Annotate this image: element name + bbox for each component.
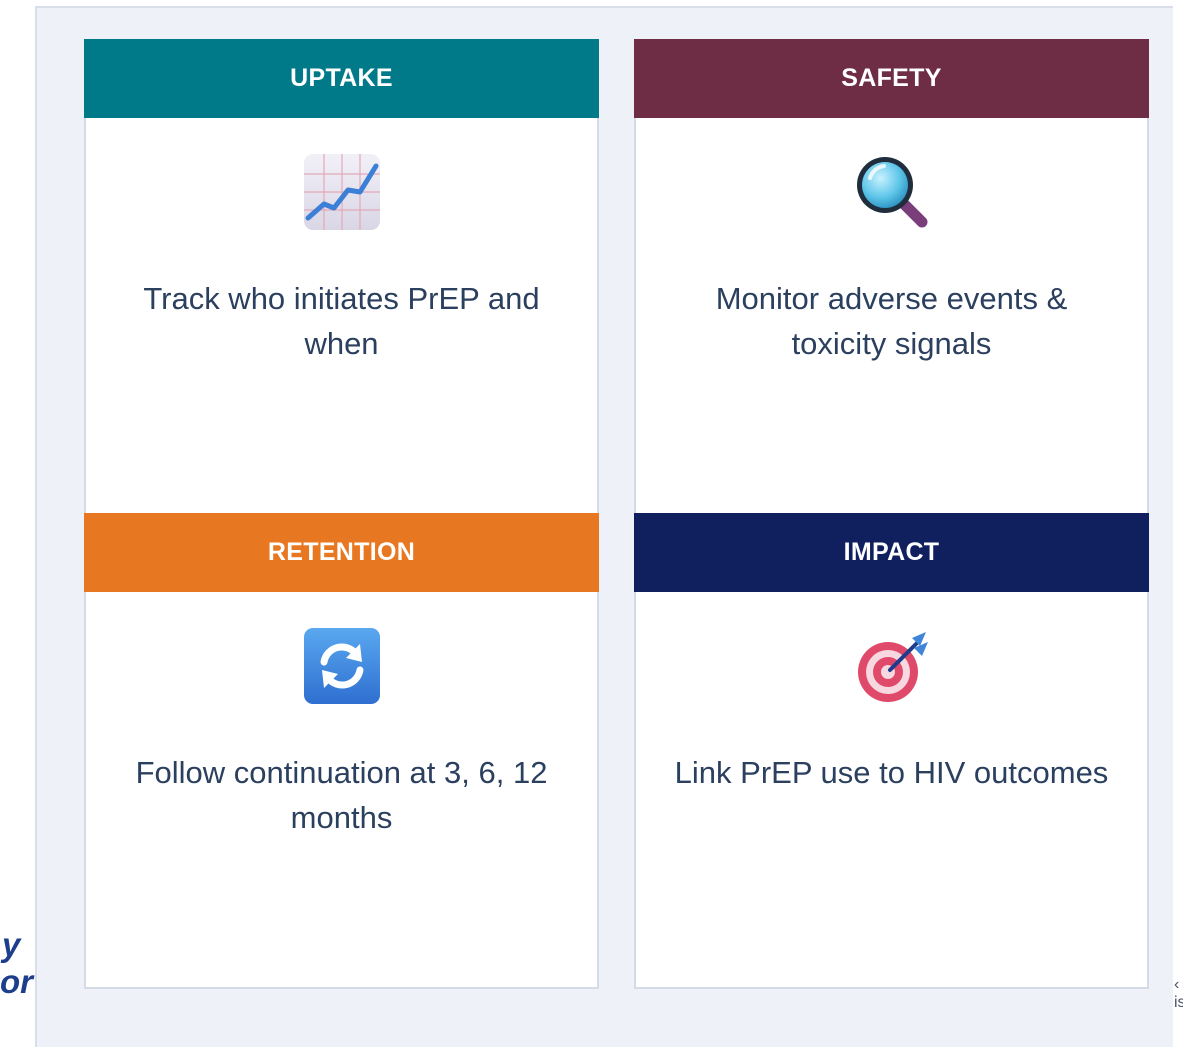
card-impact-title: IMPACT — [843, 538, 940, 566]
card-impact-header: IMPACT — [634, 513, 1149, 592]
card-safety-text: Monitor adverse events & toxicity signal… — [715, 281, 1068, 361]
card-safety-title: SAFETY — [841, 64, 942, 92]
magnifying-glass-icon — [856, 157, 927, 228]
card-safety: SAFETY Monitor adverse events & toxicity… — [634, 39, 1149, 513]
card-uptake-header: UPTAKE — [84, 39, 599, 118]
clipped-side-text-line2: or — [0, 963, 33, 1000]
chart-increasing-icon — [303, 154, 380, 230]
target-dart-icon — [857, 632, 928, 702]
card-uptake-text: Track who initiates PrEP and when — [143, 281, 540, 361]
clipped-side-text-line1: y — [2, 926, 21, 963]
card-impact-text: Link PrEP use to HIV outcomes — [674, 755, 1109, 790]
card-retention-text: Follow continuation at 3, 6, 12 months — [135, 755, 548, 835]
card-safety-header: SAFETY — [634, 39, 1149, 118]
clipped-logo-fragment-line1: ‹ — [1174, 976, 1180, 993]
card-retention-header: RETENTION — [84, 513, 599, 592]
card-impact: IMPACT Link PrEP use to HIV outcomes — [634, 513, 1149, 989]
clipped-logo-fragment-line2: is — [1174, 994, 1183, 1011]
card-uptake-title: UPTAKE — [290, 64, 393, 92]
card-retention-title: RETENTION — [267, 538, 416, 566]
card-retention: RETENTION Follow continuation at 3, 6, 1… — [84, 513, 599, 989]
refresh-arrows-icon — [303, 628, 380, 704]
card-uptake: UPTAKE Track who initiates PrEP and when — [84, 39, 599, 513]
